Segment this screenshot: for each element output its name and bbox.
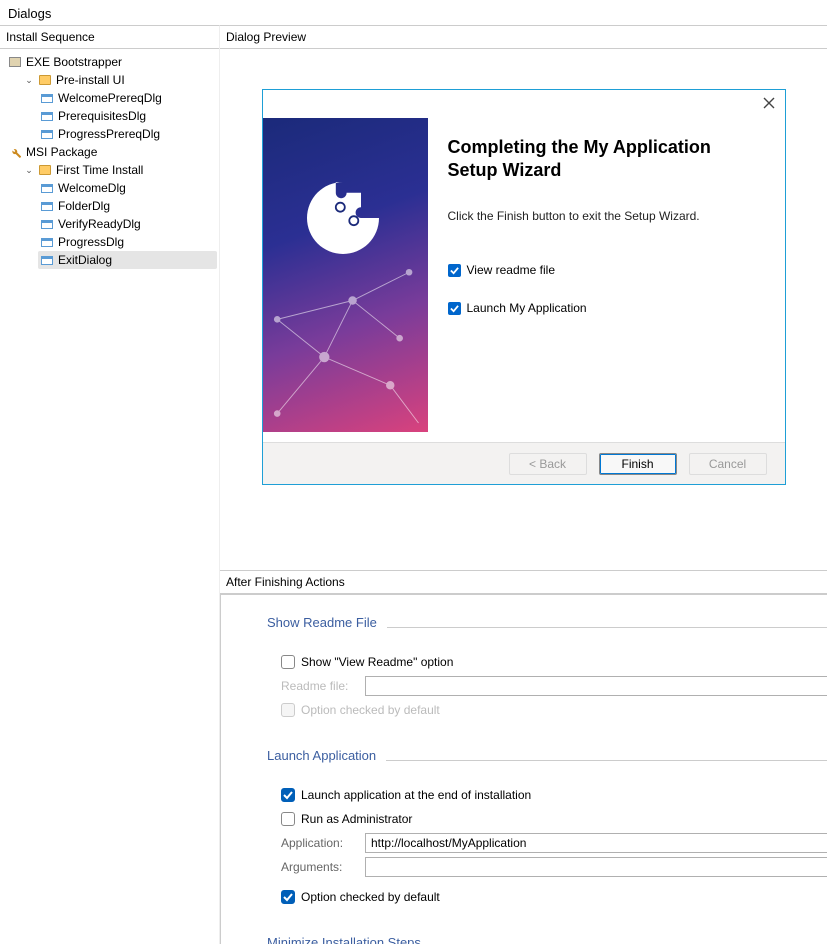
tree-label: PrerequisitesDlg bbox=[58, 107, 146, 125]
preview-body: Completing the My Application Setup Wiza… bbox=[220, 49, 827, 570]
tree-label: MSI Package bbox=[26, 143, 97, 161]
right-column: Dialog Preview bbox=[220, 25, 827, 944]
back-button[interactable]: < Back bbox=[509, 453, 587, 475]
wizard-title: Completing the My Application Setup Wiza… bbox=[448, 136, 765, 181]
wizard-body-text: Click the Finish button to exit the Setu… bbox=[448, 209, 765, 223]
dialog-icon bbox=[40, 235, 54, 249]
folder-icon bbox=[38, 73, 52, 87]
application-label: Application: bbox=[281, 836, 359, 850]
checkbox-checked-icon[interactable] bbox=[281, 890, 295, 904]
folder-icon bbox=[38, 163, 52, 177]
chevron-down-icon[interactable]: ⌄ bbox=[24, 165, 34, 175]
checkbox-checked-icon bbox=[448, 264, 461, 277]
tree-welcome-dlg[interactable]: WelcomeDlg bbox=[38, 179, 217, 197]
group-title: Show Readme File bbox=[267, 615, 377, 630]
launch-default-row[interactable]: Option checked by default bbox=[281, 887, 827, 907]
tree-pre-install-ui[interactable]: ⌄ Pre-install UI bbox=[22, 71, 217, 89]
run-as-admin-row[interactable]: Run as Administrator bbox=[281, 809, 827, 829]
tree-label: VerifyReadyDlg bbox=[58, 215, 141, 233]
dialog-preview-panel: Dialog Preview bbox=[220, 25, 827, 570]
arguments-row: Arguments: bbox=[281, 857, 827, 877]
tree-label: WelcomeDlg bbox=[58, 179, 126, 197]
tree-prerequisites-dlg[interactable]: PrerequisitesDlg bbox=[38, 107, 217, 125]
checkbox-unchecked-icon[interactable] bbox=[281, 812, 295, 826]
dialog-preview-header: Dialog Preview bbox=[220, 26, 827, 49]
after-finishing-panel: After Finishing Actions Show Readme File… bbox=[220, 570, 827, 944]
option-label: Launch application at the end of install… bbox=[301, 788, 531, 802]
divider bbox=[386, 760, 827, 761]
tree-label: Pre-install UI bbox=[56, 71, 125, 89]
readme-default-row: Option checked by default bbox=[281, 700, 827, 720]
checkbox-checked-icon bbox=[448, 302, 461, 315]
close-icon[interactable] bbox=[763, 96, 775, 112]
tree-label: ProgressPrereqDlg bbox=[58, 125, 160, 143]
divider bbox=[387, 627, 827, 628]
wizard-banner bbox=[263, 118, 428, 432]
tree-label: FolderDlg bbox=[58, 197, 110, 215]
install-sequence-header: Install Sequence bbox=[0, 26, 219, 49]
tree-exit-dialog[interactable]: ExitDialog bbox=[38, 251, 217, 269]
launch-app-option-row[interactable]: Launch application at the end of install… bbox=[281, 785, 827, 805]
wizard-check-label: Launch My Application bbox=[467, 301, 587, 315]
readme-file-row: Readme file: bbox=[281, 676, 827, 696]
option-label: Option checked by default bbox=[301, 703, 440, 717]
checkbox-checked-icon[interactable] bbox=[281, 788, 295, 802]
dialog-icon bbox=[40, 127, 54, 141]
arguments-input[interactable] bbox=[365, 857, 827, 877]
page-title: Dialogs bbox=[0, 0, 827, 25]
tree-label: First Time Install bbox=[56, 161, 143, 179]
chevron-down-icon[interactable]: ⌄ bbox=[24, 75, 34, 85]
checkbox-disabled-icon bbox=[281, 703, 295, 717]
finish-button[interactable]: Finish bbox=[599, 453, 677, 475]
dialog-icon bbox=[40, 253, 54, 267]
wizard-footer: < Back Finish Cancel bbox=[263, 442, 785, 484]
dialog-icon bbox=[40, 199, 54, 213]
cancel-button[interactable]: Cancel bbox=[689, 453, 767, 475]
tree-verify-ready-dlg[interactable]: VerifyReadyDlg bbox=[38, 215, 217, 233]
readme-file-input bbox=[365, 676, 827, 696]
dialog-icon bbox=[40, 217, 54, 231]
option-label: Option checked by default bbox=[301, 890, 440, 904]
tree-label: ExitDialog bbox=[58, 251, 112, 269]
install-sequence-tree[interactable]: EXE Bootstrapper ⌄ Pre-install UI Welcom… bbox=[0, 49, 219, 273]
tree-msi-package[interactable]: MSI Package bbox=[6, 143, 217, 161]
dialog-icon bbox=[40, 181, 54, 195]
arguments-label: Arguments: bbox=[281, 860, 359, 874]
wizard-window: Completing the My Application Setup Wiza… bbox=[262, 89, 786, 485]
wrench-icon bbox=[8, 145, 22, 159]
main-layout: Install Sequence EXE Bootstrapper ⌄ Pre-… bbox=[0, 25, 827, 944]
show-readme-option-row[interactable]: Show "View Readme" option bbox=[281, 652, 827, 672]
wizard-check-label: View readme file bbox=[467, 263, 556, 277]
wizard-check-launch[interactable]: Launch My Application bbox=[448, 301, 765, 315]
option-label: Run as Administrator bbox=[301, 812, 412, 826]
tree-label: ProgressDlg bbox=[58, 233, 124, 251]
tree-progress-prereq-dlg[interactable]: ProgressPrereqDlg bbox=[38, 125, 217, 143]
tree-label: EXE Bootstrapper bbox=[26, 53, 122, 71]
tree-exe-bootstrapper[interactable]: EXE Bootstrapper bbox=[6, 53, 217, 71]
after-finishing-header: After Finishing Actions bbox=[220, 571, 827, 594]
wizard-content: Completing the My Application Setup Wiza… bbox=[428, 90, 785, 442]
tree-folder-dlg[interactable]: FolderDlg bbox=[38, 197, 217, 215]
tree-progress-dlg[interactable]: ProgressDlg bbox=[38, 233, 217, 251]
package-icon bbox=[8, 55, 22, 69]
tree-welcome-prereq-dlg[interactable]: WelcomePrereqDlg bbox=[38, 89, 217, 107]
show-readme-group: Show Readme File Show "View Readme" opti… bbox=[267, 615, 827, 720]
dialog-icon bbox=[40, 109, 54, 123]
application-input[interactable] bbox=[365, 833, 827, 853]
application-row: Application: bbox=[281, 833, 827, 853]
dialog-icon bbox=[40, 91, 54, 105]
tree-first-time-install[interactable]: ⌄ First Time Install bbox=[22, 161, 217, 179]
readme-file-label: Readme file: bbox=[281, 679, 359, 693]
wizard-check-readme[interactable]: View readme file bbox=[448, 263, 765, 277]
option-label: Show "View Readme" option bbox=[301, 655, 453, 669]
launch-application-group: Launch Application Launch application at… bbox=[267, 748, 827, 907]
checkbox-unchecked-icon[interactable] bbox=[281, 655, 295, 669]
install-sequence-panel: Install Sequence EXE Bootstrapper ⌄ Pre-… bbox=[0, 25, 220, 944]
tree-label: WelcomePrereqDlg bbox=[58, 89, 162, 107]
group-title: Launch Application bbox=[267, 748, 376, 763]
